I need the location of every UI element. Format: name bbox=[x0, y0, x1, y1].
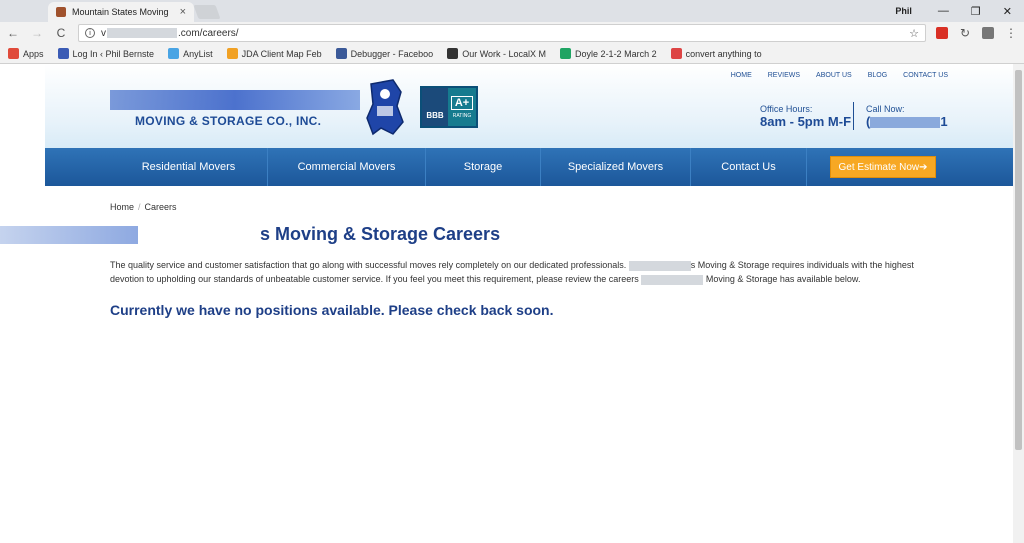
profile-name[interactable]: Phil bbox=[895, 6, 912, 16]
bookmark-icon bbox=[560, 48, 572, 59]
main-nav: Residential Movers Commercial Movers Stora… bbox=[45, 148, 1013, 186]
bookmark-icon bbox=[226, 48, 238, 59]
main-nav-item[interactable]: Contact Us bbox=[691, 148, 807, 186]
top-nav-item[interactable]: HOME bbox=[731, 72, 752, 79]
main-nav-item[interactable]: Specialized Movers bbox=[541, 148, 691, 186]
close-window-icon[interactable]: ✕ bbox=[1003, 5, 1012, 18]
browser-tabstrip: Mountain States Moving × Phil — ❐ ✕ bbox=[0, 0, 1024, 22]
breadcrumb-separator: / bbox=[138, 202, 141, 212]
forward-icon[interactable]: → bbox=[30, 26, 44, 40]
bookmark-item[interactable]: Apps bbox=[8, 48, 44, 59]
office-hours: Office Hours: 8am - 5pm M-F bbox=[760, 104, 851, 129]
bookmark-icon bbox=[447, 48, 459, 59]
bookmark-icon bbox=[57, 48, 69, 59]
redacted-logo-name bbox=[110, 90, 360, 110]
main-nav-item[interactable]: Residential Movers bbox=[110, 148, 268, 186]
reload-icon[interactable]: C bbox=[54, 26, 68, 40]
bbb-badge[interactable]: BBB A+ RATING bbox=[420, 86, 478, 128]
top-nav: HOME REVIEWS ABOUT US BLOG CONTACT US bbox=[731, 72, 948, 79]
bookmark-icon bbox=[168, 48, 180, 59]
minimize-icon[interactable]: — bbox=[938, 5, 949, 17]
scrollbar-thumb[interactable] bbox=[1015, 70, 1022, 450]
page-content: Home / Careers s Moving & Storage Careers … bbox=[0, 202, 940, 318]
bbb-rating-text: RATING bbox=[452, 112, 472, 119]
bookmark-label: Our Work - LocalX M bbox=[462, 48, 547, 59]
top-nav-item[interactable]: REVIEWS bbox=[768, 72, 800, 79]
new-tab-button[interactable] bbox=[193, 5, 221, 19]
page-title: s Moving & Storage Careers bbox=[260, 224, 501, 244]
bookmark-item[interactable]: AnyList bbox=[168, 48, 213, 59]
phone-suffix: 1 bbox=[940, 114, 948, 129]
bookmark-label: Debugger - Faceboo bbox=[350, 48, 434, 59]
mascot-logo-icon bbox=[366, 79, 404, 136]
extension-refresh-icon[interactable]: ↻ bbox=[958, 26, 972, 40]
tab-close-icon[interactable]: × bbox=[180, 6, 186, 18]
bookmark-label: AnyList bbox=[183, 48, 213, 59]
intro-text-1: The quality service and customer satisfa… bbox=[110, 260, 627, 270]
page-scrollbar[interactable] bbox=[1013, 64, 1024, 543]
office-hours-label: Office Hours: bbox=[760, 104, 813, 114]
info-icon[interactable]: i bbox=[85, 28, 95, 38]
bookmark-item[interactable]: Debugger - Faceboo bbox=[335, 48, 434, 59]
header-divider bbox=[853, 102, 854, 130]
favicon-icon bbox=[56, 7, 66, 17]
breadcrumb-current: Careers bbox=[144, 202, 177, 212]
tab-title: Mountain States Moving bbox=[72, 7, 169, 17]
phone-number[interactable]: (1 bbox=[866, 114, 948, 129]
intro-text-3: Moving & Storage has available below. bbox=[705, 274, 861, 284]
address-bar[interactable]: i v .com/careers/ ☆ bbox=[78, 24, 926, 42]
bookmark-icon bbox=[670, 48, 682, 59]
main-nav-item[interactable]: Commercial Movers bbox=[268, 148, 426, 186]
main-nav-item[interactable]: Storage bbox=[426, 148, 541, 186]
url-prefix: v bbox=[101, 27, 106, 39]
redacted-company-2 bbox=[641, 274, 704, 285]
bbb-grade: A+ bbox=[450, 95, 474, 110]
bookmark-item[interactable]: JDA Client Map Feb bbox=[226, 48, 322, 59]
call-now[interactable]: Call Now: (1 bbox=[866, 104, 948, 129]
top-nav-item[interactable]: BLOG bbox=[868, 72, 887, 79]
extension-red-icon[interactable] bbox=[936, 27, 948, 39]
breadcrumb-home[interactable]: Home bbox=[110, 202, 134, 212]
bookmark-item[interactable]: Log In ‹ Phil Bernste bbox=[57, 48, 155, 59]
url-suffix: .com/careers/ bbox=[178, 27, 239, 39]
extension-grey-icon[interactable] bbox=[982, 27, 994, 39]
breadcrumb: Home / Careers bbox=[110, 202, 940, 212]
site-header: MOVING & STORAGE CO., INC. BBB A+ RATING… bbox=[45, 64, 1013, 148]
bookmark-icon bbox=[8, 48, 19, 59]
top-nav-item[interactable]: CONTACT US bbox=[903, 72, 948, 79]
bookmark-label: Log In ‹ Phil Bernste bbox=[72, 48, 155, 59]
logo-text[interactable]: MOVING & STORAGE CO., INC. bbox=[135, 114, 321, 128]
bookmark-star-icon[interactable]: ☆ bbox=[909, 27, 919, 40]
bookmark-label: Apps bbox=[23, 48, 44, 59]
bookmark-item[interactable]: Doyle 2-1-2 March 2 bbox=[560, 48, 657, 59]
window-controls: Phil — ❐ ✕ bbox=[895, 0, 1024, 22]
back-icon[interactable]: ← bbox=[6, 26, 20, 40]
menu-kebab-icon[interactable]: ⋮ bbox=[1004, 26, 1018, 40]
bookmark-icon bbox=[335, 48, 347, 59]
no-positions-notice: Currently we have no positions available… bbox=[110, 302, 554, 318]
bookmark-label: JDA Client Map Feb bbox=[241, 48, 322, 59]
top-nav-item[interactable]: ABOUT US bbox=[816, 72, 852, 79]
bookmark-item[interactable]: convert anything to bbox=[670, 48, 762, 59]
office-hours-value: 8am - 5pm M-F bbox=[760, 114, 852, 129]
bookmark-item[interactable]: Our Work - LocalX M bbox=[447, 48, 546, 59]
redacted-domain bbox=[107, 28, 177, 38]
bookmark-label: convert anything to bbox=[685, 48, 762, 59]
bookmark-label: Doyle 2-1-2 March 2 bbox=[575, 48, 657, 59]
bookmarks-bar: Apps Log In ‹ Phil Bernste AnyList JDA Clie… bbox=[0, 44, 1024, 64]
intro-paragraph: The quality service and customer satisfa… bbox=[110, 258, 940, 286]
toolbar: ← → C i v .com/careers/ ☆ ↻ ⋮ bbox=[0, 22, 1024, 44]
redacted-company-1 bbox=[628, 260, 691, 271]
call-now-label: Call Now: bbox=[866, 104, 905, 114]
redacted-phone bbox=[870, 117, 941, 129]
restore-icon[interactable]: ❐ bbox=[971, 5, 981, 18]
website: MOVING & STORAGE CO., INC. BBB A+ RATING… bbox=[45, 64, 1013, 186]
get-estimate-button[interactable]: Get Estimate Now➔ bbox=[830, 156, 936, 178]
redacted-title-prefix bbox=[0, 226, 138, 244]
browser-tab[interactable]: Mountain States Moving × bbox=[48, 2, 194, 22]
bbb-label: BBB bbox=[422, 88, 448, 126]
